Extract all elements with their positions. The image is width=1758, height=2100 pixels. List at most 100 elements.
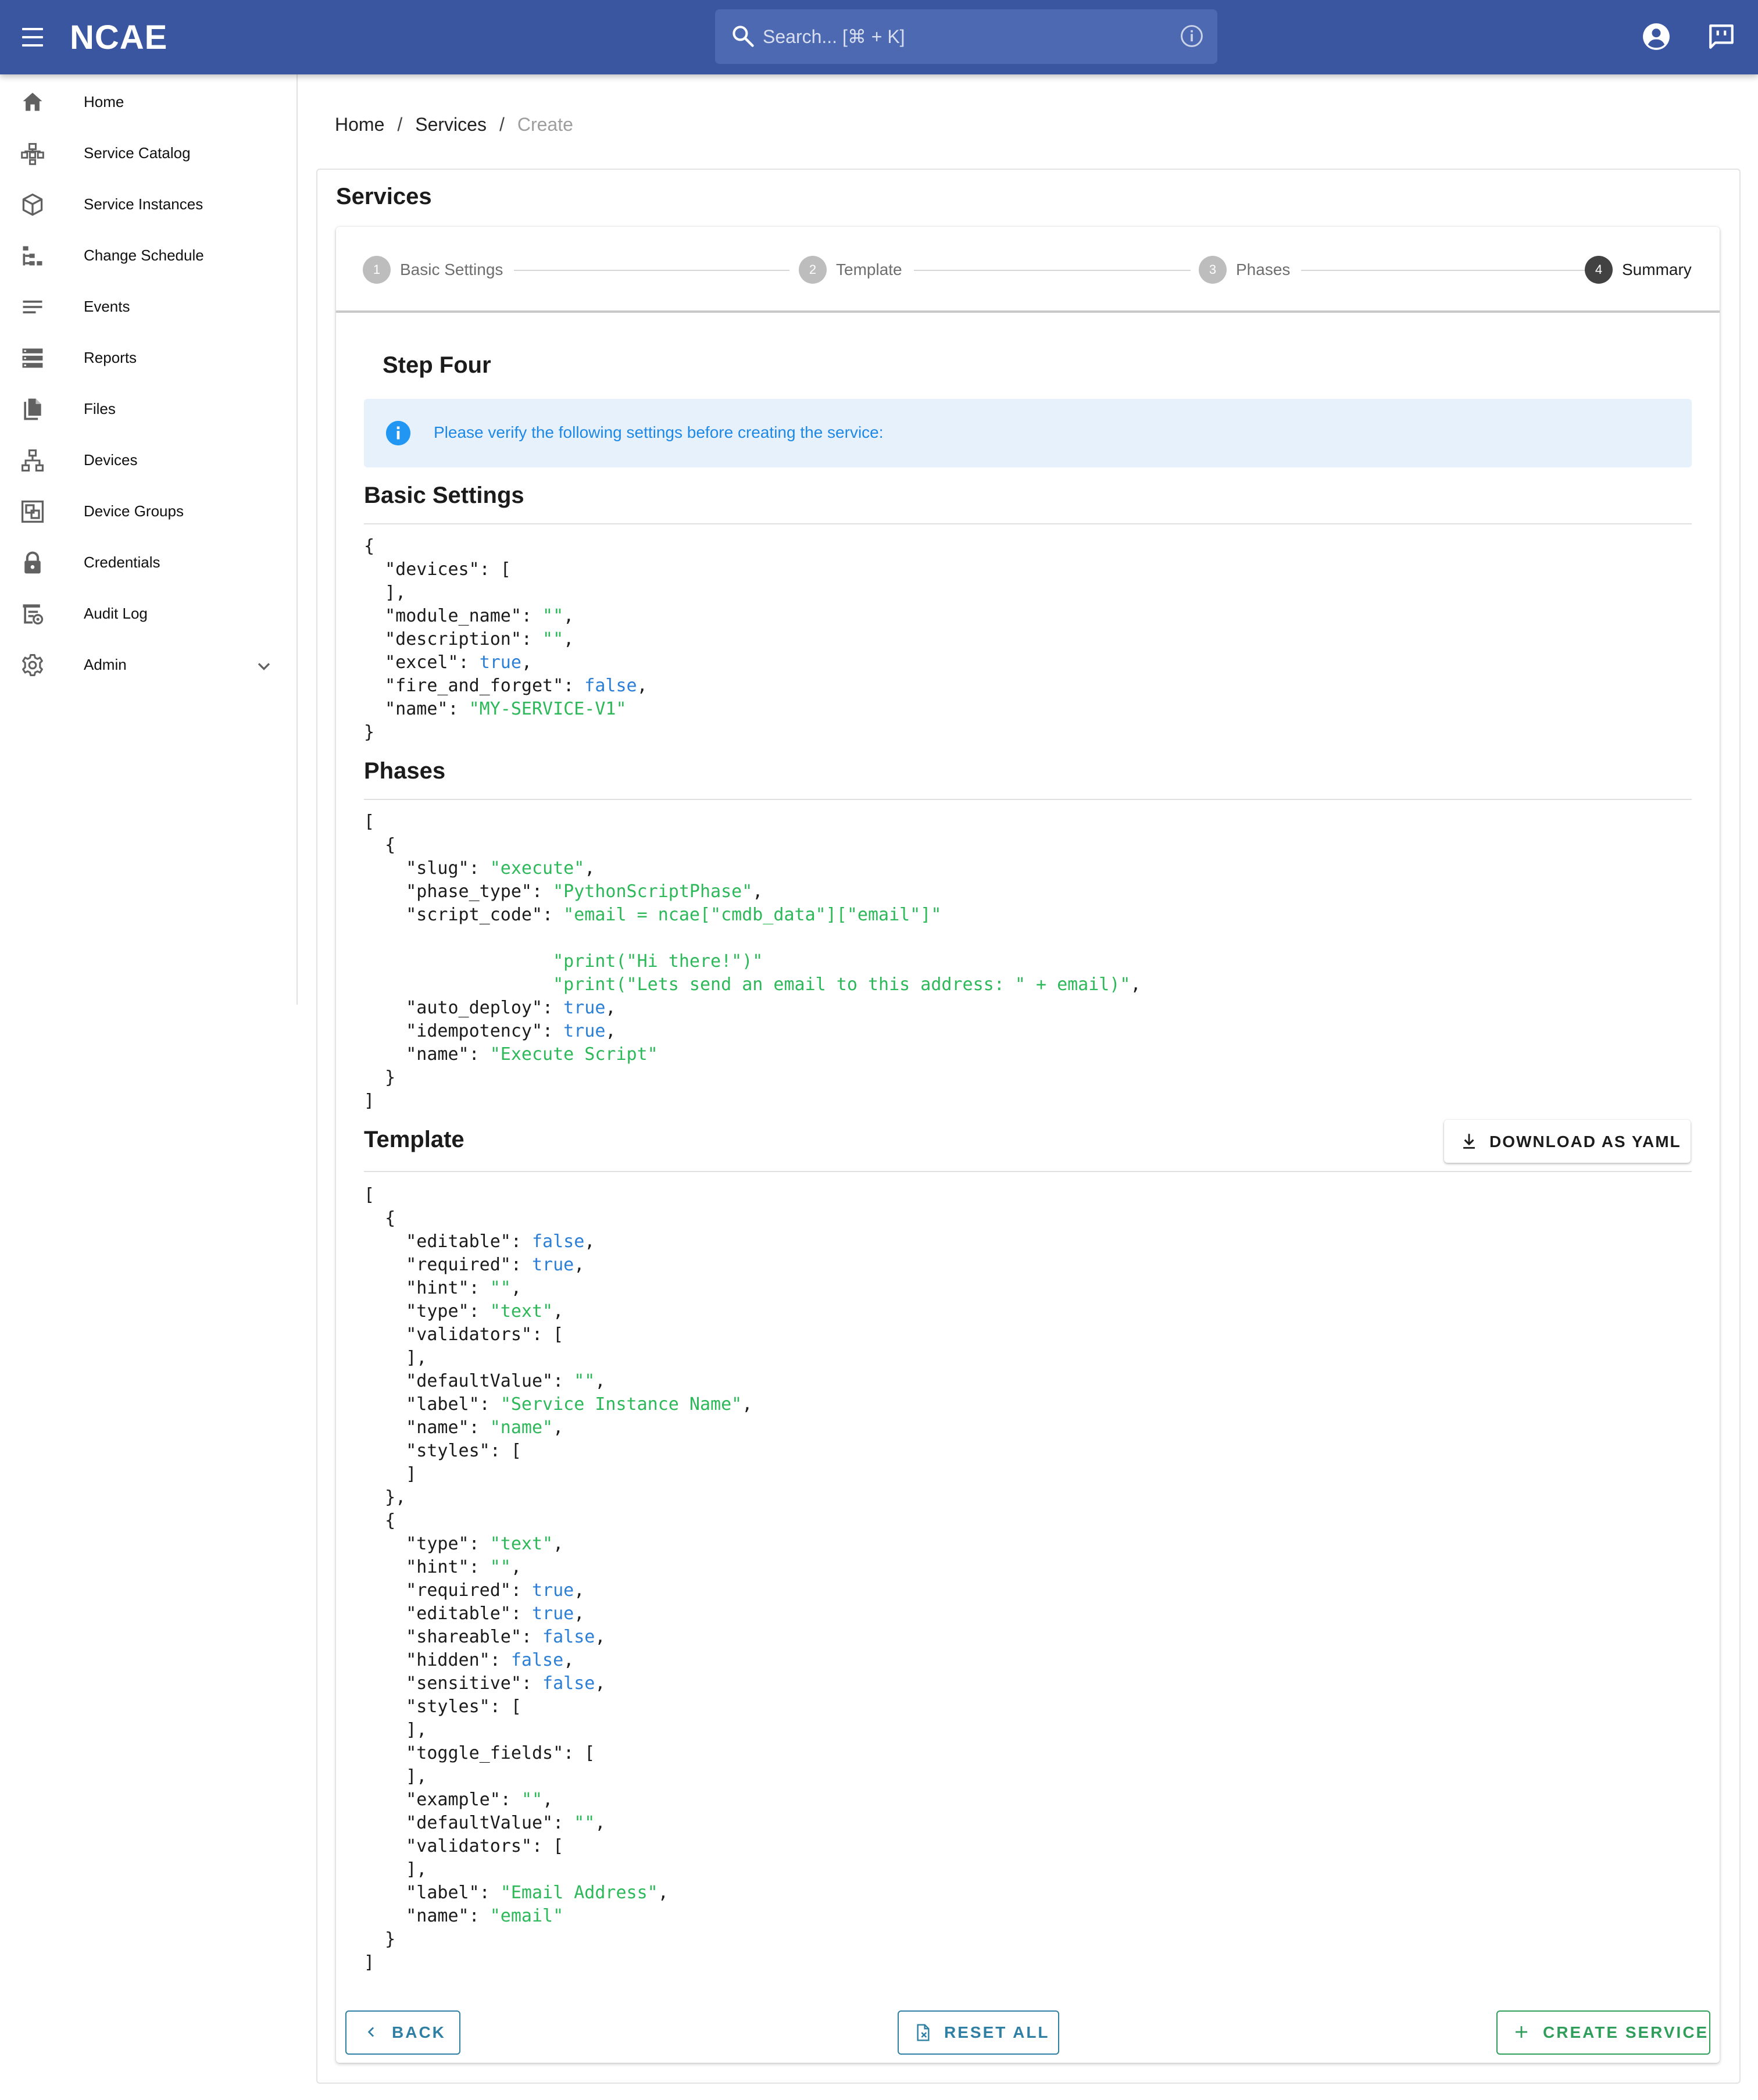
step-number: 2 xyxy=(799,256,827,284)
step-label: Summary xyxy=(1622,260,1692,278)
search-placeholder: Search... [⌘ + K] xyxy=(763,26,905,47)
sidebar-item-credentials[interactable]: Credentials xyxy=(0,537,296,588)
step-number: 3 xyxy=(1199,256,1227,284)
step-connector xyxy=(1301,270,1612,271)
hamburger-menu-icon[interactable] xyxy=(20,26,45,49)
step-connector xyxy=(514,270,789,271)
device-groups-icon xyxy=(21,500,44,523)
json-phase-type: "PythonScriptPhase" xyxy=(553,881,753,902)
back-label: BACK xyxy=(392,2023,446,2041)
json-value: "Email Address" xyxy=(500,1883,658,1903)
network-devices-icon xyxy=(22,449,44,472)
phases-title: Phases xyxy=(364,758,446,784)
breadcrumb-current: Create xyxy=(517,114,573,135)
file-copy-icon xyxy=(24,398,41,420)
download-yaml-button[interactable]: DOWNLOAD AS YAML xyxy=(1444,1120,1691,1163)
breadcrumb-separator: / xyxy=(499,114,505,135)
sidebar-item-device-groups[interactable]: Device Groups xyxy=(0,486,296,537)
step-basic-settings[interactable]: 1 Basic Settings xyxy=(363,255,503,285)
svg-text:NCAE: NCAE xyxy=(70,20,167,55)
account-circle-icon[interactable] xyxy=(1642,22,1671,51)
sidebar-item-label: Device Groups xyxy=(84,502,184,520)
sidebar-item-admin[interactable]: Admin xyxy=(0,640,296,691)
sidebar-item-service-instances[interactable]: Service Instances xyxy=(0,179,296,230)
sidebar-item-service-catalog[interactable]: Service Catalog xyxy=(0,128,296,179)
download-yaml-label: DOWNLOAD AS YAML xyxy=(1489,1133,1681,1151)
breadcrumb-services[interactable]: Services xyxy=(415,114,487,135)
json-name: "MY-SERVICE-V1" xyxy=(469,699,627,719)
json-script-line-1: "email = ncae["cmdb_data"]["email"]" xyxy=(563,905,942,925)
json-value: true xyxy=(531,1580,574,1601)
sidebar-item-label: Change Schedule xyxy=(84,247,204,264)
json-value: "text" xyxy=(489,1301,553,1322)
back-button[interactable]: BACK xyxy=(345,2010,460,2055)
sidebar-item-devices[interactable]: Devices xyxy=(0,435,296,486)
page-title: Services xyxy=(336,184,432,209)
json-script-line-2: "print("Hi there!")" xyxy=(553,951,763,972)
create-service-button[interactable]: CREATE SERVICE xyxy=(1496,2010,1710,2055)
download-icon xyxy=(1463,1134,1475,1149)
search-input[interactable]: Search... [⌘ + K] xyxy=(715,9,1217,64)
sidebar-item-label: Home xyxy=(84,93,124,110)
step-number: 1 xyxy=(363,256,391,284)
audit-log-icon xyxy=(23,604,44,625)
feedback-icon[interactable] xyxy=(1707,22,1736,51)
sidebar-item-label: Devices xyxy=(84,451,138,469)
sidebar-item-home[interactable]: Home xyxy=(0,77,296,128)
lock-icon xyxy=(24,551,41,574)
info-outline-icon[interactable] xyxy=(1179,23,1205,49)
json-value: "" xyxy=(489,1278,511,1298)
template-title: Template xyxy=(364,1127,464,1152)
step-label: Template xyxy=(836,260,902,278)
sidebar-item-label: Service Catalog xyxy=(84,144,191,162)
step-label: Basic Settings xyxy=(400,260,503,278)
service-catalog-icon xyxy=(21,143,44,165)
step-connector xyxy=(914,270,1191,271)
reset-all-button[interactable]: RESET ALL xyxy=(898,2010,1059,2055)
sidebar: Home Service Catalog Service Instances C… xyxy=(0,74,298,1005)
breadcrumb-separator: / xyxy=(397,114,403,135)
json-value: "Service Instance Name" xyxy=(500,1394,742,1415)
ncae-logo[interactable]: NCAE xyxy=(69,20,191,55)
json-auto-deploy: true xyxy=(563,998,606,1018)
chevron-left-icon xyxy=(367,2027,374,2037)
top-app-bar: NCAE Search... [⌘ + K] xyxy=(0,0,1758,74)
step-number: 4 xyxy=(1585,256,1613,284)
json-module-name: "" xyxy=(542,606,564,626)
sidebar-item-reports[interactable]: Reports xyxy=(0,333,296,384)
sidebar-item-label: Admin xyxy=(84,656,127,673)
json-value: "name" xyxy=(489,1417,553,1438)
step-summary[interactable]: 4 Summary xyxy=(1585,255,1692,285)
basic-settings-json: { "devices": [ ], "module_name": "", "de… xyxy=(364,536,648,742)
sidebar-item-files[interactable]: Files xyxy=(0,384,296,435)
json-description: "" xyxy=(542,629,564,649)
json-value: false xyxy=(510,1650,564,1670)
json-excel: true xyxy=(479,652,521,673)
breadcrumb-home[interactable]: Home xyxy=(335,114,384,135)
basic-settings-title: Basic Settings xyxy=(364,483,524,508)
step-template[interactable]: 2 Template xyxy=(799,255,902,285)
chevron-down-icon[interactable] xyxy=(253,656,274,677)
sidebar-item-events[interactable]: Events xyxy=(0,281,296,333)
search-icon xyxy=(732,26,754,47)
sidebar-item-label: Credentials xyxy=(84,553,160,571)
json-fire-and-forget: false xyxy=(584,676,637,696)
storage-rows-icon xyxy=(22,348,43,368)
sidebar-item-audit-log[interactable]: Audit Log xyxy=(0,588,296,640)
json-script-line-3: "print("Lets send an email to this addre… xyxy=(553,974,1131,995)
gear-icon xyxy=(22,654,43,676)
json-slug: "execute" xyxy=(489,858,585,878)
json-value: "" xyxy=(574,1371,595,1391)
cube-icon xyxy=(22,193,43,216)
breadcrumb: Home / Services / Create xyxy=(335,114,573,135)
json-value: true xyxy=(531,1255,574,1275)
stepper-header: 1 Basic Settings 2 Template 3 Phases 4 S… xyxy=(336,227,1720,313)
sidebar-item-label: Files xyxy=(84,400,116,417)
info-icon xyxy=(385,420,411,446)
reset-all-label: RESET ALL xyxy=(944,2023,1050,2041)
sidebar-item-change-schedule[interactable]: Change Schedule xyxy=(0,230,296,281)
json-value: true xyxy=(531,1603,574,1624)
step-phases[interactable]: 3 Phases xyxy=(1199,255,1290,285)
divider xyxy=(364,799,1692,800)
divider xyxy=(364,523,1692,524)
